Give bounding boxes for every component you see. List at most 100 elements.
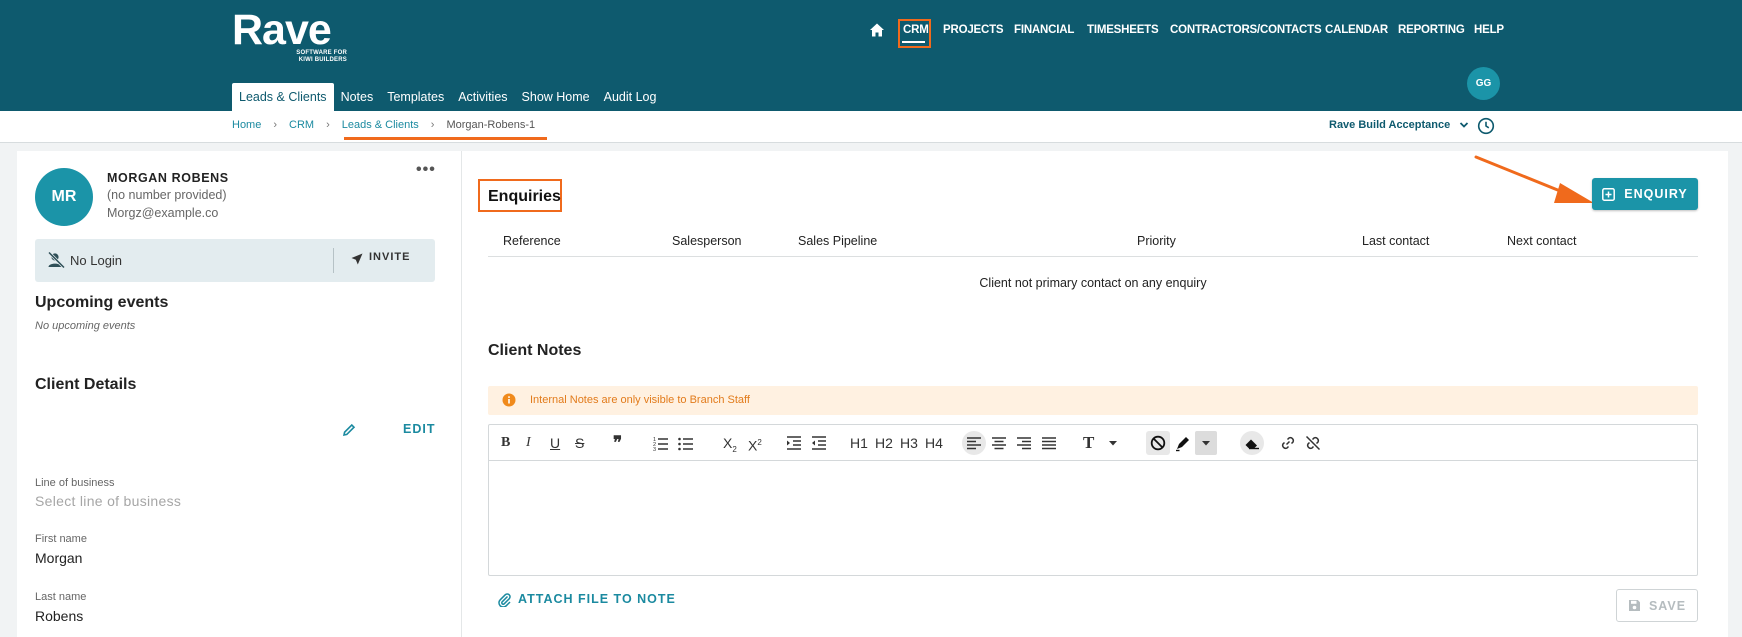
nav-contractors-contacts[interactable]: CONTRACTORS/CONTACTS: [1170, 24, 1322, 36]
heading-2-button[interactable]: H2: [875, 434, 893, 452]
blockquote-icon[interactable]: ❞: [613, 434, 622, 452]
unlink-icon[interactable]: [1304, 434, 1322, 452]
bold-icon[interactable]: B: [501, 434, 510, 452]
breadcrumb-separator: ›: [430, 119, 435, 131]
breadcrumb: Home › CRM › Leads & Clients › Morgan-Ro…: [232, 119, 535, 131]
svg-text:3: 3: [653, 447, 656, 452]
history-clock-icon[interactable]: [1477, 117, 1495, 135]
no-login-user-icon: [47, 251, 66, 269]
heading-4-button[interactable]: H4: [925, 434, 943, 452]
strikethrough-icon[interactable]: S: [575, 434, 584, 452]
line-of-business-select[interactable]: Select line of business: [35, 493, 181, 509]
breadcrumb-current: Morgan-Robens-1: [446, 119, 536, 131]
eraser-icon[interactable]: [1243, 434, 1261, 452]
first-name-value: Morgan: [35, 550, 83, 566]
align-center-icon[interactable]: [990, 434, 1008, 452]
nav-financial[interactable]: FINANCIAL: [1014, 24, 1074, 36]
top-bar: Rave SOFTWARE FOR KIWI BUILDERS CRM PROJ…: [0, 0, 1742, 111]
crm-highlight-box: [898, 19, 931, 48]
note-editor: B I U S ❞ 1 2 3 X2 X2 H1 H2 H3 H4 T: [488, 424, 1698, 576]
home-icon[interactable]: [869, 22, 885, 38]
caret-down-icon[interactable]: [1197, 434, 1215, 452]
breadcrumb-separator: ›: [326, 119, 330, 131]
add-enquiry-label: ENQUIRY: [1624, 187, 1688, 201]
column-header-next-contact[interactable]: Next contact: [1507, 234, 1576, 248]
heading-3-button[interactable]: H3: [900, 434, 918, 452]
indent-icon[interactable]: [785, 434, 803, 452]
column-header-sales-pipeline[interactable]: Sales Pipeline: [798, 234, 877, 248]
italic-icon[interactable]: I: [526, 434, 531, 452]
user-avatar[interactable]: GG: [1467, 67, 1500, 100]
nav-timesheets[interactable]: TIMESHEETS: [1087, 24, 1159, 36]
tab-activities[interactable]: Activities: [451, 83, 514, 111]
breadcrumb-crm[interactable]: CRM: [289, 119, 314, 131]
workspace-selector[interactable]: Rave Build Acceptance: [1329, 119, 1469, 131]
tab-audit-log[interactable]: Audit Log: [597, 83, 664, 111]
enquiries-title: Enquiries: [488, 188, 561, 205]
subscript-icon[interactable]: X2: [723, 434, 737, 454]
tab-show-home[interactable]: Show Home: [515, 83, 597, 111]
attach-file-button[interactable]: ATTACH FILE TO NOTE: [518, 592, 676, 606]
column-header-last-contact[interactable]: Last contact: [1362, 234, 1429, 248]
info-icon: [502, 393, 516, 407]
nav-reporting[interactable]: REPORTING: [1398, 24, 1465, 36]
align-justify-icon[interactable]: [1040, 434, 1058, 452]
last-name-label: Last name: [35, 591, 87, 603]
highlight-pen-icon[interactable]: [1174, 434, 1192, 452]
ordered-list-icon[interactable]: 1 2 3: [652, 434, 670, 452]
main-nav: CRM PROJECTS FINANCIAL TIMESHEETS CONTRA…: [0, 20, 1742, 44]
link-icon[interactable]: [1279, 434, 1297, 452]
nav-help[interactable]: HELP: [1474, 24, 1504, 36]
client-email: Morgz@example.co: [107, 206, 219, 220]
no-color-icon[interactable]: [1149, 434, 1167, 452]
annotation-arrow-icon: [1474, 155, 1594, 203]
edit-client-details-button[interactable]: EDIT: [403, 422, 435, 436]
first-name-label: First name: [35, 533, 87, 545]
tab-templates[interactable]: Templates: [380, 83, 451, 111]
caret-down-icon[interactable]: [1104, 434, 1122, 452]
heading-1-button[interactable]: H1: [850, 434, 868, 452]
sub-nav: Leads & Clients Notes Templates Activiti…: [232, 83, 663, 111]
add-box-icon: [1602, 187, 1616, 201]
tab-notes[interactable]: Notes: [334, 83, 381, 111]
client-details-title: Client Details: [35, 376, 137, 393]
align-left-icon[interactable]: [965, 434, 983, 452]
save-note-button[interactable]: SAVE: [1616, 589, 1698, 622]
crm-active-underline: [902, 41, 925, 43]
enquiries-empty-message: Client not primary contact on any enquir…: [979, 276, 1207, 290]
align-right-icon[interactable]: [1015, 434, 1033, 452]
outdent-icon[interactable]: [810, 434, 828, 452]
superscript-icon[interactable]: X2: [748, 434, 762, 454]
breadcrumb-leads-clients[interactable]: Leads & Clients: [342, 119, 419, 131]
font-size-icon[interactable]: T: [1083, 434, 1094, 452]
enquiries-table-header: Reference Salesperson Sales Pipeline Pri…: [488, 225, 1698, 257]
logo-tagline: SOFTWARE FOR KIWI BUILDERS: [296, 50, 347, 63]
upcoming-events-empty: No upcoming events: [35, 320, 136, 332]
add-enquiry-button[interactable]: ENQUIRY: [1592, 178, 1698, 210]
paperclip-icon[interactable]: [498, 593, 512, 607]
nav-calendar[interactable]: CALENDAR: [1325, 24, 1388, 36]
underline-icon[interactable]: U: [550, 434, 560, 452]
internal-notes-alert-text: Internal Notes are only visible to Branc…: [530, 394, 750, 406]
column-header-salesperson[interactable]: Salesperson: [672, 234, 742, 248]
save-label: SAVE: [1648, 598, 1687, 613]
login-status-box: No Login INVITE: [35, 239, 435, 282]
note-text-area[interactable]: [489, 462, 1697, 575]
save-disk-icon: [1628, 600, 1640, 611]
tab-leads-clients[interactable]: Leads & Clients: [232, 83, 334, 111]
breadcrumb-separator: ›: [273, 119, 278, 131]
column-header-priority[interactable]: Priority: [1137, 234, 1176, 248]
column-header-reference[interactable]: Reference: [503, 234, 561, 248]
pencil-icon[interactable]: [342, 423, 356, 437]
send-icon: [351, 253, 363, 265]
client-notes-title: Client Notes: [488, 342, 582, 359]
client-phone: (no number provided): [107, 188, 227, 202]
nav-projects[interactable]: PROJECTS: [943, 24, 1004, 36]
upcoming-events-title: Upcoming events: [35, 294, 169, 311]
client-avatar: MR: [35, 168, 93, 226]
client-name: MORGAN ROBENS: [107, 171, 229, 185]
bullet-list-icon[interactable]: [677, 434, 695, 452]
breadcrumb-home[interactable]: Home: [232, 119, 261, 131]
invite-button[interactable]: INVITE: [369, 251, 410, 263]
more-options-icon[interactable]: •••: [416, 161, 436, 179]
